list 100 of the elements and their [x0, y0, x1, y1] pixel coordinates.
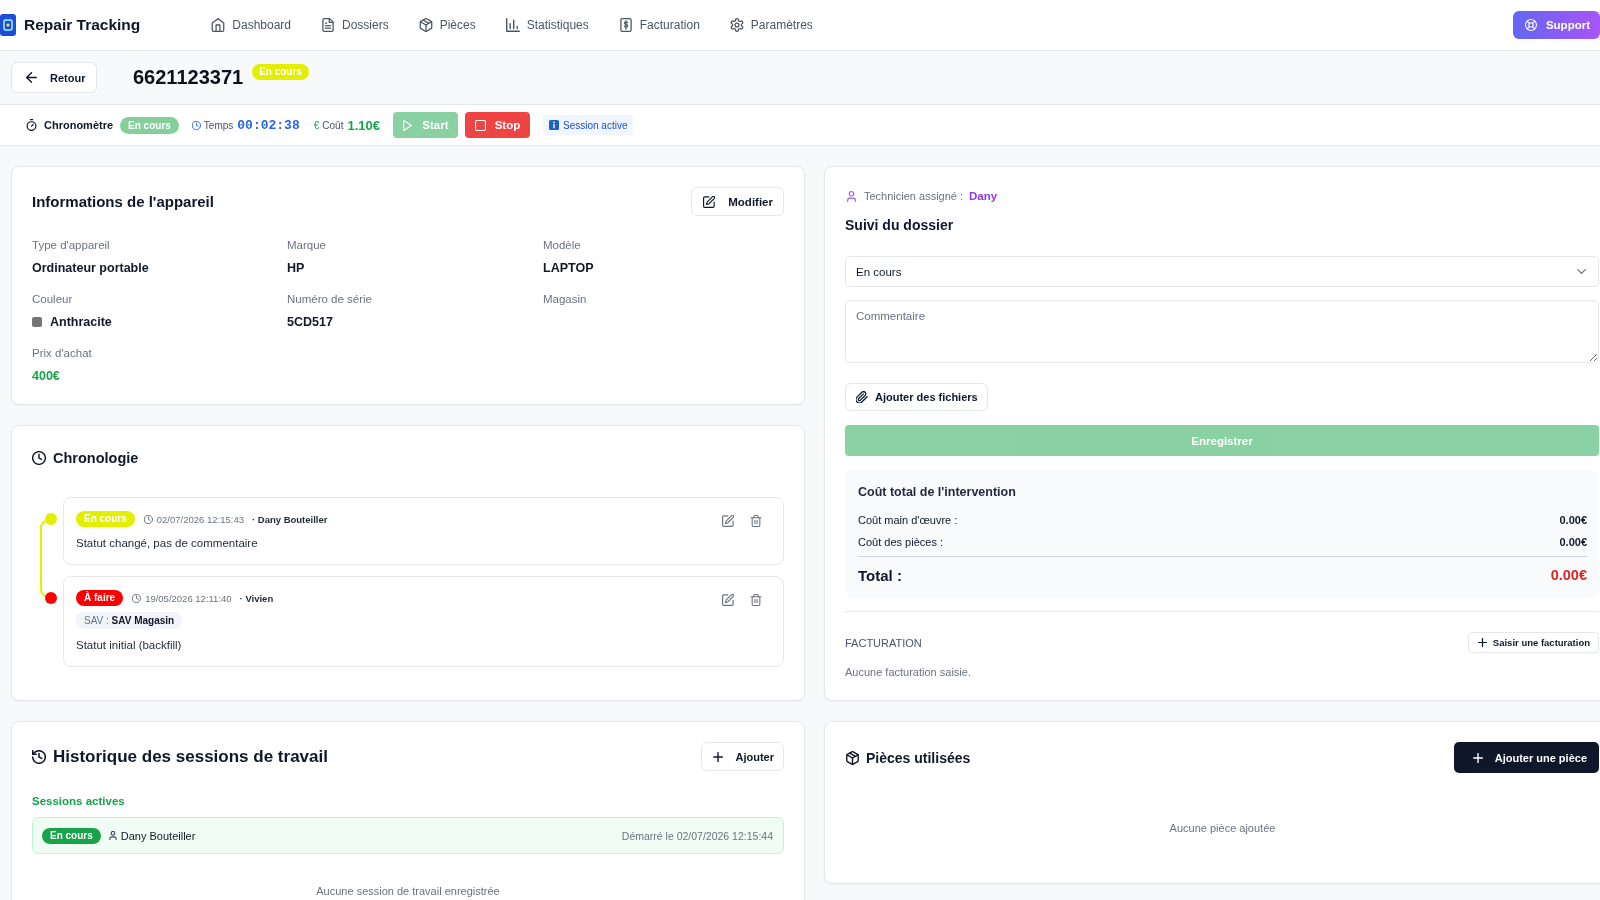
info-icon [548, 120, 559, 130]
timestamp: 19/05/2026 12:11:40 [145, 592, 232, 604]
status-badge: En cours [120, 116, 179, 134]
status-badge: À faire [76, 590, 124, 606]
cost-value: 0.00€ [1559, 514, 1587, 526]
add-button[interactable]: Ajouter [700, 742, 784, 771]
nav-link[interactable]: Pièces [418, 13, 476, 37]
status-badge: En cours [42, 827, 101, 844]
status-badge: En cours [252, 64, 309, 80]
card-title: Pièces utilisées [866, 749, 971, 766]
cost-value: 1.10€ [347, 117, 380, 133]
section-title: FACTURATION [845, 636, 922, 649]
plus-icon [1477, 638, 1487, 647]
author-name: · Vivien [239, 592, 274, 604]
square-icon [474, 119, 486, 131]
plus-icon [712, 751, 723, 762]
cost-label: Coût [322, 119, 344, 131]
attach-files-button[interactable]: Ajouter des fichiers [845, 383, 988, 411]
technician-label: Technicien assigné : [864, 190, 964, 202]
field-label: Couleur [32, 292, 74, 307]
lifebuoy-icon [1524, 19, 1537, 31]
field-value: Anthracite [50, 314, 112, 331]
stop-button[interactable]: Stop [464, 112, 530, 138]
empty-message: Aucune session de travail enregistrée [315, 884, 501, 899]
chronometer-title: Chronomètre [44, 119, 114, 131]
box-icon [418, 18, 433, 32]
edit-icon[interactable] [722, 515, 734, 527]
field-value: 400€ [32, 368, 60, 385]
card-title: Informations de l'appareil [32, 193, 214, 210]
field-label: Prix d'achat [32, 346, 93, 361]
clock-icon [143, 514, 153, 524]
empty-message: Aucune facturation saisie. [845, 665, 972, 680]
nav-link[interactable]: Dashboard [211, 13, 291, 37]
plus-icon [1472, 752, 1483, 763]
nav-link[interactable]: Statistiques [505, 13, 589, 37]
cost-label: Coût des pièces : [858, 536, 943, 548]
history-icon [32, 749, 46, 764]
session-status-text: Session active [562, 119, 628, 131]
trash-icon[interactable] [750, 515, 762, 527]
chevron-down-icon [1577, 269, 1586, 274]
nav-link[interactable]: Facturation [618, 13, 700, 37]
person-icon [108, 831, 117, 840]
field-label: Marque [287, 238, 327, 253]
logo-icon [0, 14, 16, 36]
card-title: Suivi du dossier [845, 216, 955, 235]
user-name: Dany Bouteiller [120, 829, 196, 842]
cost-value: 0.00€ [1550, 567, 1587, 583]
field-value: LAPTOP [543, 260, 594, 277]
edit-button[interactable]: Modifier [691, 187, 784, 216]
paperclip-icon [856, 391, 868, 403]
edit-icon[interactable] [722, 594, 734, 606]
bar-chart-icon [505, 18, 520, 32]
comment-field[interactable]: Commentaire [845, 300, 1599, 363]
comment-text: Statut initial (backfill) [76, 638, 182, 653]
card-title: Chronologie [53, 449, 139, 468]
author-name: · Dany Bouteiller [251, 513, 328, 525]
cost-value: 0.00€ [1559, 536, 1587, 548]
time-label: Temps [203, 119, 234, 131]
add-billing-button[interactable]: Saisir une facturation [1467, 632, 1599, 653]
nav-link[interactable]: Dossiers [321, 13, 389, 37]
clock-icon [132, 593, 142, 603]
back-button[interactable]: Retour [11, 62, 97, 93]
timestamp: 02/07/2026 12:15:43 [156, 513, 244, 525]
field-value: Ordinateur portable [32, 260, 149, 277]
section-title: Sessions actives [32, 794, 126, 809]
service-tag: SAV : SAV Magasin [76, 612, 183, 629]
cost-label: Total : [858, 566, 902, 584]
empty-message: Aucune pièce ajoutée [1168, 821, 1277, 836]
elapsed-time: 00:02:38 [237, 117, 300, 133]
clock-icon [32, 451, 46, 465]
trash-icon[interactable] [750, 594, 762, 606]
euro-sign: € [313, 119, 320, 131]
box-icon [846, 750, 859, 765]
clock-icon [191, 120, 201, 130]
home-icon [211, 18, 226, 32]
field-label: Type d'appareil [32, 238, 111, 253]
field-label: Numéro de série [287, 292, 373, 307]
timer-icon [26, 119, 37, 131]
field-label: Modèle [543, 238, 582, 253]
comment-text: Statut changé, pas de commentaire [76, 536, 258, 551]
edit-icon [703, 195, 716, 208]
card-title: Historique des sessions de travail [53, 746, 328, 767]
cost-summary-title: Coût total de l'intervention [858, 484, 1017, 501]
start-time: Démarré le 02/07/2026 12:15:44 [621, 829, 773, 842]
status-badge: En cours [76, 511, 135, 527]
field-value: 5CD517 [287, 314, 333, 331]
field-value: HP [287, 260, 305, 277]
app-name: Repair Tracking [24, 16, 141, 34]
technician-name: Dany [969, 190, 998, 202]
person-icon [847, 190, 856, 202]
play-icon [402, 119, 414, 131]
add-part-button[interactable]: Ajouter une pièce [1453, 742, 1599, 773]
dossier-number: 6621123371 [133, 66, 244, 89]
cost-label: Coût main d'œuvre : [858, 514, 958, 526]
support-button[interactable]: Support [1512, 11, 1600, 39]
dollar-document-icon [618, 18, 633, 32]
document-icon [321, 18, 335, 32]
status-select[interactable]: En cours [845, 256, 1599, 287]
nav-link[interactable]: Paramètres [729, 13, 813, 37]
settings-icon [729, 18, 744, 32]
